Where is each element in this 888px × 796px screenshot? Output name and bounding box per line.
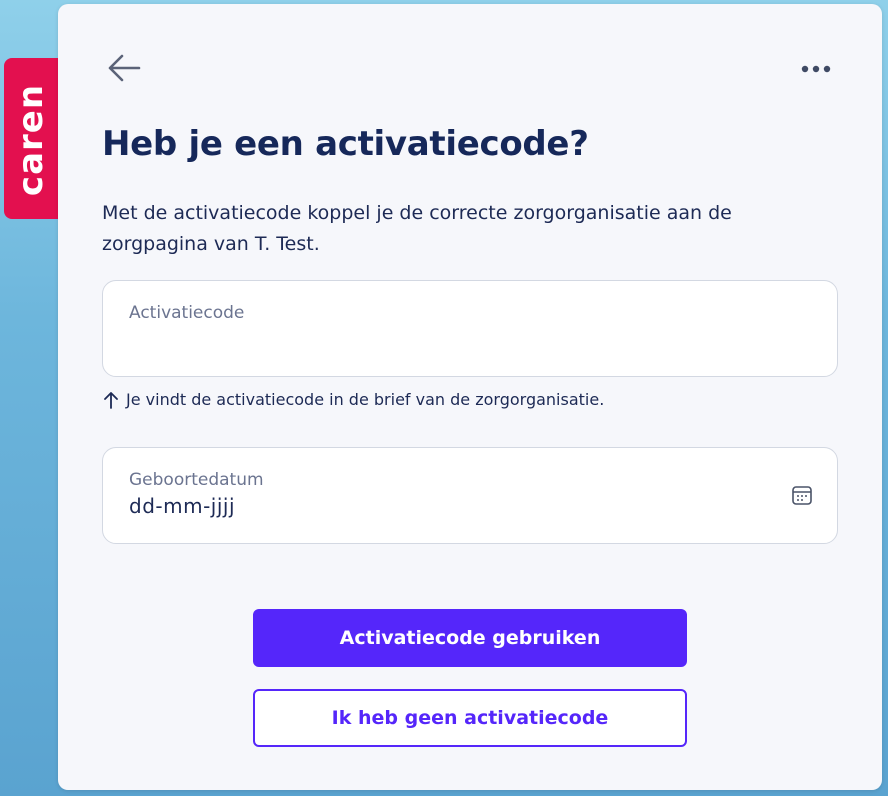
use-activation-code-button[interactable]: Activatiecode gebruiken: [253, 609, 687, 667]
arrow-left-icon: [108, 54, 141, 82]
calendar-icon[interactable]: [791, 484, 813, 506]
birthdate-input[interactable]: dd-mm-jjjj: [129, 494, 235, 518]
birthdate-label: Geboortedatum: [129, 470, 264, 490]
page-description: Met de activatiecode koppel je de correc…: [102, 202, 732, 255]
page-title: Heb je een activatiecode?: [102, 124, 589, 164]
ellipsis-icon: [801, 65, 831, 73]
no-activation-code-button[interactable]: Ik heb geen activatiecode: [253, 689, 687, 747]
activation-code-field[interactable]: Activatiecode: [102, 280, 838, 377]
back-button[interactable]: [104, 50, 144, 86]
activation-code-label: Activatiecode: [129, 303, 245, 323]
brand-logo: caren: [11, 83, 51, 197]
more-options-button[interactable]: [796, 54, 836, 84]
activation-code-hint: Je vindt de activatiecode in de brief va…: [104, 390, 604, 409]
hint-text: Je vindt de activatiecode in de brief va…: [126, 390, 605, 409]
arrow-up-icon: [104, 391, 118, 409]
birthdate-field[interactable]: Geboortedatum dd-mm-jjjj: [102, 447, 838, 544]
